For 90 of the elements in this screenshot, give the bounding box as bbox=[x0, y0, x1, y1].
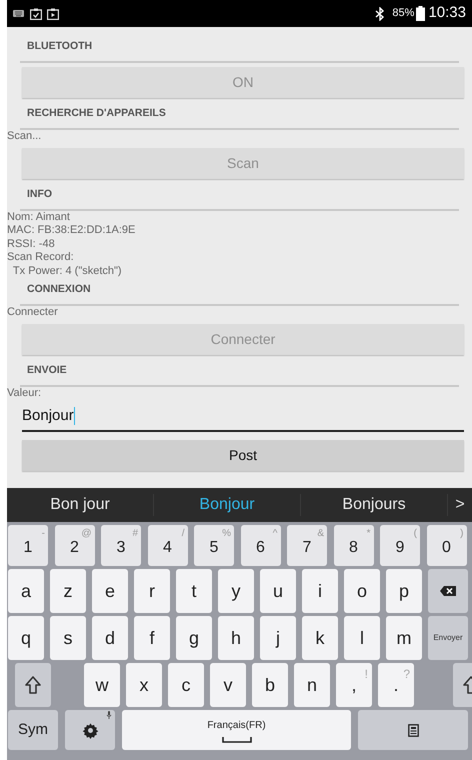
letter-key[interactable]: m bbox=[386, 616, 422, 660]
info-text: Tx Power: 4 ("sketch") bbox=[12, 264, 123, 278]
section-header: CONNEXION bbox=[27, 282, 91, 298]
letter-key[interactable]: h bbox=[218, 616, 254, 660]
key-hint: ? bbox=[403, 666, 410, 683]
number-key[interactable]: 5 % bbox=[194, 525, 234, 566]
info-text: Scan Record: bbox=[7, 251, 75, 264]
number-key[interactable]: 7 & bbox=[287, 525, 327, 566]
key-hint: ! bbox=[364, 666, 368, 683]
key-hint: % bbox=[222, 527, 231, 541]
letter-key[interactable]: j bbox=[260, 616, 296, 660]
letter-key[interactable]: p bbox=[386, 569, 422, 613]
number-key[interactable]: 0 ) bbox=[426, 525, 466, 566]
info-text: Connecter bbox=[7, 306, 59, 320]
letter-key[interactable]: n bbox=[294, 663, 330, 707]
letter-key[interactable]: y bbox=[218, 569, 254, 613]
key-hint: ) bbox=[460, 527, 464, 541]
section-header: BLUETOOTH bbox=[27, 39, 92, 54]
symbols-key[interactable]: Sym bbox=[8, 710, 58, 750]
letter-key[interactable]: d bbox=[92, 616, 128, 660]
letter-key[interactable]: o bbox=[344, 569, 380, 613]
key-hint: ( bbox=[414, 527, 417, 541]
field-value: Bonjour bbox=[22, 406, 74, 426]
number-key[interactable]: 1 - bbox=[8, 525, 48, 566]
number-key[interactable]: 2 @ bbox=[54, 525, 94, 566]
letter-key[interactable]: x bbox=[126, 663, 162, 707]
key-hint: @ bbox=[81, 527, 92, 541]
key-hint: ^ bbox=[272, 527, 278, 541]
microphone-icon bbox=[106, 711, 112, 719]
key-hint: & bbox=[317, 527, 324, 541]
letter-key[interactable]: g bbox=[176, 616, 212, 660]
letter-key[interactable]: u bbox=[260, 569, 296, 613]
letter-key[interactable]: f bbox=[134, 616, 170, 660]
letter-key[interactable]: v bbox=[210, 663, 246, 707]
info-text: Valeur: bbox=[7, 386, 42, 400]
info-text: Scan... bbox=[7, 130, 42, 144]
space-key[interactable]: Français(FR) bbox=[122, 710, 351, 750]
key-hint: * bbox=[366, 527, 370, 541]
clipboard-play-icon bbox=[47, 8, 59, 20]
section-header: ENVOIE bbox=[27, 362, 67, 378]
keyboard-icon bbox=[13, 10, 24, 17]
clock: 10:33 bbox=[428, 3, 466, 24]
suggestion[interactable]: Bon jour bbox=[7, 488, 153, 522]
letter-key[interactable]: k bbox=[302, 616, 338, 660]
letter-key[interactable]: w bbox=[84, 663, 120, 707]
shift-icon bbox=[25, 676, 41, 694]
letter-key[interactable]: c bbox=[168, 663, 204, 707]
section-header: INFO bbox=[27, 186, 52, 202]
letter-key[interactable]: s bbox=[50, 616, 86, 660]
space-icon bbox=[222, 736, 252, 742]
suggestion[interactable]: > bbox=[448, 488, 472, 522]
section-header: RECHERCHE D'APPAREILS bbox=[27, 106, 166, 122]
shift-key[interactable] bbox=[15, 663, 51, 707]
key-hint: # bbox=[132, 527, 138, 541]
number-key[interactable]: 3 # bbox=[101, 525, 141, 566]
clipboard-check-icon bbox=[30, 8, 42, 20]
gear-icon bbox=[82, 722, 98, 738]
letter-key[interactable]: . ? bbox=[378, 663, 414, 707]
letter-key[interactable]: r bbox=[134, 569, 170, 613]
battery-percent: 85% bbox=[392, 6, 414, 22]
action-button[interactable]: Post bbox=[22, 440, 464, 471]
backspace-icon bbox=[440, 586, 456, 596]
letter-key[interactable]: b bbox=[252, 663, 288, 707]
suggestion[interactable]: Bonjour bbox=[154, 488, 300, 522]
letter-key[interactable]: t bbox=[176, 569, 212, 613]
info-text: RSSI: -48 bbox=[7, 238, 56, 251]
backspace-key[interactable] bbox=[428, 569, 468, 613]
number-key[interactable]: 9 ( bbox=[380, 525, 420, 566]
suggestion[interactable]: Bonjours bbox=[301, 488, 447, 522]
key-hint: - bbox=[42, 527, 45, 541]
value-field[interactable]: Bonjour bbox=[22, 402, 464, 432]
clipboard-icon bbox=[408, 724, 418, 736]
bluetooth-icon bbox=[375, 6, 386, 20]
number-key[interactable]: 8 * bbox=[334, 525, 374, 566]
battery-icon bbox=[416, 6, 426, 21]
number-key[interactable]: 4 / bbox=[148, 525, 188, 566]
key-hint: / bbox=[182, 527, 184, 541]
letter-key[interactable]: l bbox=[344, 616, 380, 660]
info-text: Nom: Aimant bbox=[7, 210, 71, 224]
settings-key[interactable] bbox=[65, 710, 115, 750]
number-key[interactable]: 6 ^ bbox=[240, 525, 280, 566]
clipboard-key[interactable] bbox=[358, 710, 468, 750]
info-text: MAC: FB:38:E2:DD:1A:9E bbox=[7, 224, 136, 238]
letter-key[interactable]: z bbox=[50, 569, 86, 613]
letter-key[interactable]: i bbox=[302, 569, 338, 613]
enter-key[interactable]: Envoyer bbox=[428, 616, 468, 660]
letter-key[interactable]: q bbox=[8, 616, 44, 660]
letter-key[interactable]: a bbox=[8, 569, 44, 613]
letter-key[interactable]: , ! bbox=[336, 663, 372, 707]
letter-key[interactable]: e bbox=[92, 569, 128, 613]
